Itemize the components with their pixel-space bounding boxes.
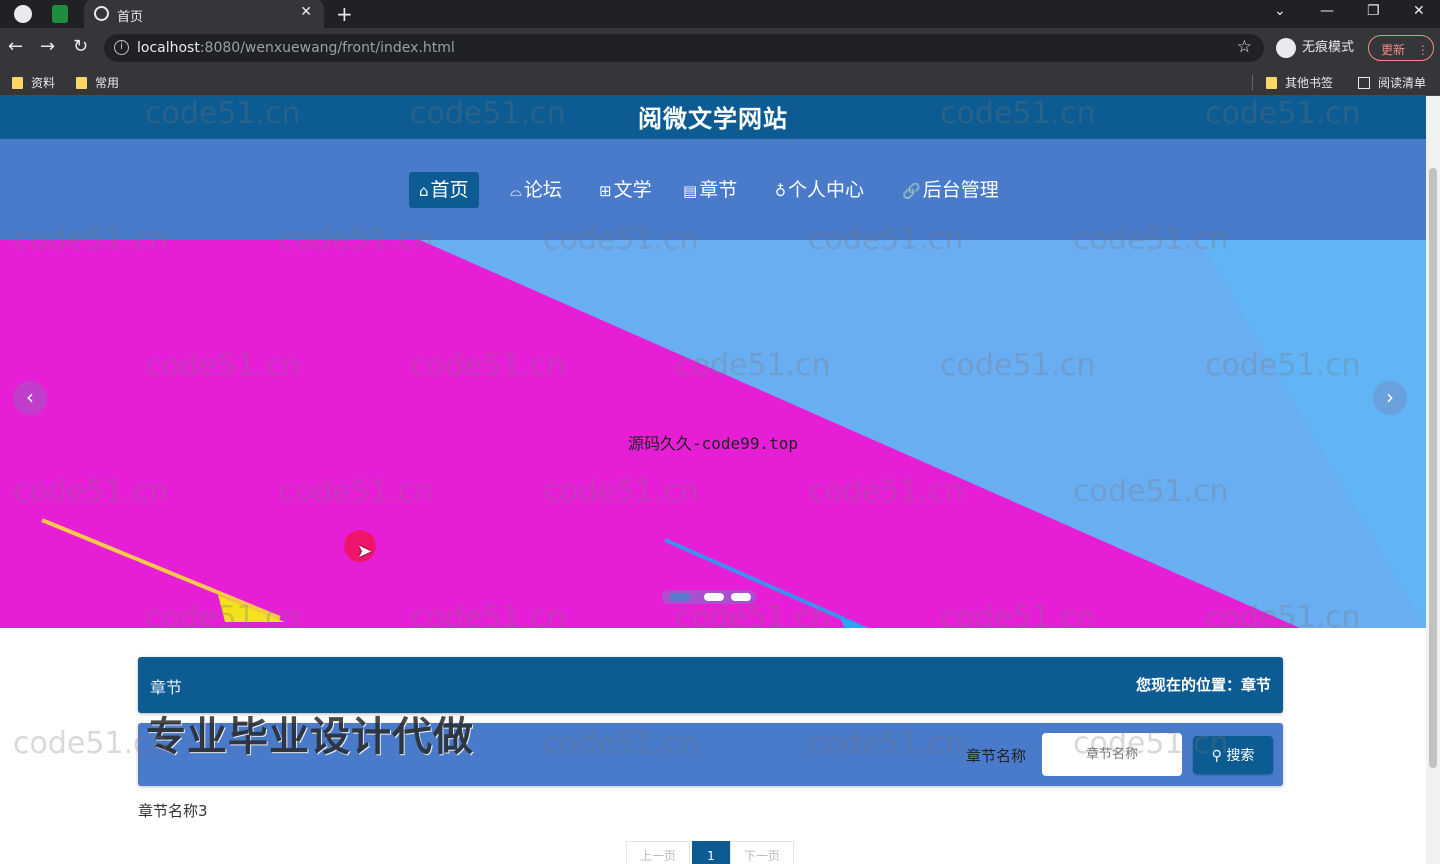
tab-search-icon[interactable]: ⌄: [1274, 3, 1286, 19]
incognito-icon: [1276, 37, 1296, 58]
profile-icon[interactable]: [14, 5, 32, 23]
reload-icon[interactable]: ↻: [73, 36, 88, 57]
nav-label: 个人中心: [788, 179, 865, 201]
carousel-next-chevron-icon[interactable]: ›: [1373, 381, 1407, 415]
incognito-indicator[interactable]: 无痕模式: [1276, 36, 1354, 58]
nav-literature[interactable]: ⊞ 文学: [589, 172, 662, 208]
nav-label: 章节: [699, 179, 738, 201]
search-input[interactable]: [1042, 733, 1182, 776]
next-page-button[interactable]: 下一页: [730, 841, 794, 864]
page-viewport: 阅微文学网站 ⌂ 首页 ⌓ 论坛 ⊞ 文学 ▤ 章节 ♁ 个人中心 🔗 后台管理 源码久久-…: [0, 96, 1426, 864]
forward-arrow-icon[interactable]: →: [40, 36, 55, 57]
more-menu-icon[interactable]: ⋮: [1417, 43, 1429, 57]
search-label: 章节名称: [966, 747, 1027, 765]
bookmark-star-icon[interactable]: ☆: [1237, 37, 1252, 57]
folder-icon: [12, 77, 23, 89]
nav-label: 论坛: [523, 179, 562, 201]
carousel-indicators: [662, 590, 756, 604]
bookmark-folder-changyong[interactable]: 常用: [76, 74, 119, 91]
nav-admin[interactable]: 🔗 后台管理: [892, 172, 1009, 208]
user-icon: ♁: [775, 182, 786, 200]
section-title: 章节: [150, 678, 183, 697]
mouse-cursor-icon: ➤: [357, 541, 373, 562]
reading-list[interactable]: 阅读清单: [1358, 74, 1426, 91]
search-button-label: 搜索: [1226, 748, 1255, 764]
search-icon: ⚲: [1211, 748, 1222, 764]
tab-close-icon[interactable]: ✕: [300, 4, 312, 20]
bookmark-label: 资料: [31, 76, 56, 90]
site-info-icon[interactable]: i: [114, 40, 129, 55]
nav-home[interactable]: ⌂ 首页: [409, 172, 479, 208]
site-title: 阅微文学网站: [638, 105, 788, 133]
bookmarks-divider: [1252, 75, 1253, 91]
nav-chapters[interactable]: ▤ 章节: [673, 172, 747, 208]
url-text[interactable]: localhost:8080/wenxuewang/front/index.ht…: [137, 40, 455, 56]
tab-title: 首页: [117, 10, 144, 25]
chapter-icon: ▤: [683, 182, 698, 200]
nav-user-center[interactable]: ♁ 个人中心: [765, 172, 874, 208]
url-path: :8080/wenxuewang/front/index.html: [199, 40, 455, 56]
carousel-dot-1[interactable]: [670, 593, 690, 601]
link-icon: 🔗: [902, 182, 921, 200]
prev-page-button[interactable]: 上一页: [626, 841, 690, 864]
folder-icon: [1266, 77, 1277, 89]
bookmark-label: 其他书签: [1285, 76, 1334, 90]
sheets-app-icon[interactable]: [52, 5, 68, 23]
carousel-prev-chevron-icon[interactable]: ‹: [13, 381, 47, 415]
new-tab-button[interactable]: +: [336, 2, 353, 26]
list-item[interactable]: 章节名称3: [138, 800, 208, 821]
page-scrollbar[interactable]: [1426, 96, 1440, 864]
promo-overlay-text: 专业毕业设计代做: [146, 714, 474, 760]
nav-label: 文学: [613, 179, 652, 201]
scrollbar-thumb[interactable]: [1429, 168, 1437, 768]
update-button[interactable]: 更新 ⋮: [1368, 35, 1434, 61]
home-icon: ⌂: [419, 182, 429, 200]
restore-button[interactable]: ❐: [1367, 3, 1380, 19]
bookmark-other[interactable]: 其他书签: [1266, 74, 1333, 91]
browser-toolbar: ← → ↻ i localhost:8080/wenxuewang/front/…: [0, 28, 1440, 68]
forum-icon: ⌓: [510, 182, 522, 200]
reading-list-icon: [1358, 77, 1370, 89]
address-bar[interactable]: i localhost:8080/wenxuewang/front/index.…: [104, 34, 1264, 62]
site-header: 阅微文学网站: [0, 96, 1426, 139]
carousel-dot-3[interactable]: [731, 593, 751, 601]
search-button[interactable]: ⚲ 搜索: [1193, 736, 1273, 774]
bookmarks-bar: 资料 常用 其他书签 阅读清单: [0, 68, 1440, 96]
update-label: 更新: [1381, 43, 1406, 57]
back-arrow-icon[interactable]: ←: [8, 36, 23, 57]
bookmark-label: 常用: [95, 76, 120, 90]
nav-label: 后台管理: [922, 179, 999, 201]
main-nav: ⌂ 首页 ⌓ 论坛 ⊞ 文学 ▤ 章节 ♁ 个人中心 🔗 后台管理: [0, 139, 1426, 240]
close-window-button[interactable]: ✕: [1413, 3, 1425, 19]
page-1-button[interactable]: 1: [692, 841, 730, 864]
book-icon: ⊞: [599, 182, 612, 200]
folder-icon: [76, 77, 87, 89]
current-location: 您现在的位置：章节: [1135, 676, 1271, 694]
banner-caption: 源码久久-code99.top: [628, 434, 798, 453]
bookmark-folder-ziliao[interactable]: 资料: [12, 74, 55, 91]
globe-icon: [94, 6, 109, 21]
carousel-banner[interactable]: 源码久久-code99.top ‹ ›: [0, 240, 1426, 628]
incognito-label: 无痕模式: [1302, 40, 1355, 55]
nav-forum[interactable]: ⌓ 论坛: [500, 172, 572, 208]
browser-tab-bar: 首页 ✕ + ⌄ — ❐ ✕: [0, 0, 1440, 28]
url-host: localhost: [137, 40, 200, 56]
carousel-dot-2[interactable]: [704, 593, 724, 601]
minimize-button[interactable]: —: [1320, 3, 1334, 19]
bookmark-label: 阅读清单: [1378, 76, 1427, 90]
nav-label: 首页: [430, 179, 469, 201]
active-tab[interactable]: 首页 ✕: [84, 0, 324, 28]
